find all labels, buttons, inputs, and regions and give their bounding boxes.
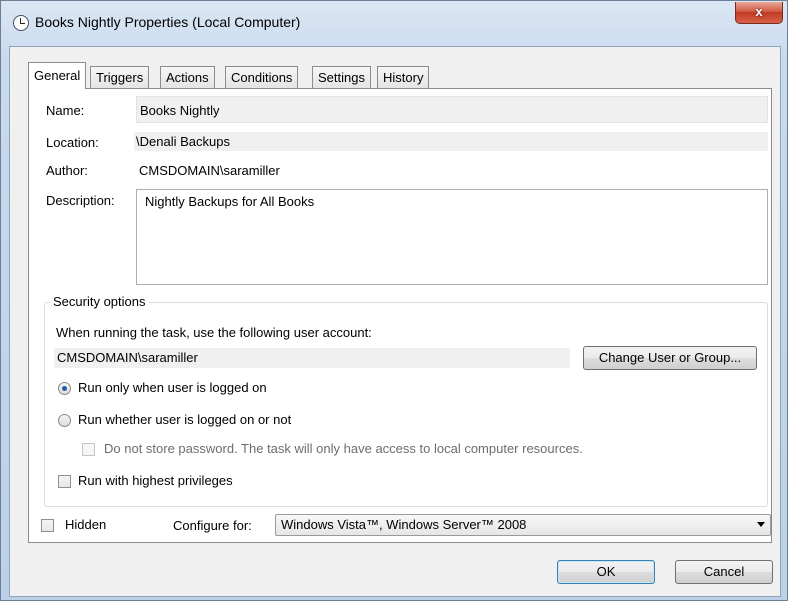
cancel-button[interactable]: Cancel — [675, 560, 773, 584]
hidden-label[interactable]: Hidden — [65, 517, 106, 532]
ok-button[interactable]: OK — [557, 560, 655, 584]
do-not-store-password-label[interactable]: Do not store password. The task will onl… — [104, 441, 583, 456]
security-options-group: Security options When running the task, … — [44, 294, 768, 507]
name-label: Name: — [46, 103, 85, 118]
description-textarea[interactable]: Nightly Backups for All Books — [136, 189, 768, 285]
run-whether-logged-on-label[interactable]: Run whether user is logged on or not — [78, 412, 291, 427]
configure-for-dropdown[interactable]: Windows Vista™, Windows Server™ 2008 — [275, 514, 771, 536]
tab-triggers[interactable]: Triggers — [90, 66, 150, 89]
dialog-client-area: General Triggers Actions Conditions Sett… — [9, 46, 781, 597]
tab-settings[interactable]: Settings — [312, 66, 371, 89]
run-whether-logged-on-radio[interactable] — [58, 414, 71, 427]
author-label: Author: — [46, 163, 88, 178]
location-label: Location: — [46, 135, 99, 150]
configure-for-label: Configure for: — [173, 518, 252, 533]
do-not-store-password-checkbox[interactable] — [82, 443, 95, 456]
name-field[interactable]: Books Nightly — [136, 96, 768, 123]
author-value: CMSDOMAIN\saramiller — [139, 163, 280, 178]
highest-privileges-label[interactable]: Run with highest privileges — [78, 473, 233, 488]
description-label: Description: — [46, 193, 115, 208]
title-bar[interactable]: Books Nightly Properties (Local Computer… — [1, 1, 787, 45]
tab-conditions[interactable]: Conditions — [225, 66, 299, 89]
clock-icon — [13, 15, 29, 31]
run-logged-on-radio[interactable] — [58, 382, 71, 395]
security-options-legend: Security options — [50, 294, 149, 309]
user-account-value: CMSDOMAIN\saramiller — [54, 348, 570, 368]
configure-for-value: Windows Vista™, Windows Server™ 2008 — [281, 517, 527, 532]
tab-history[interactable]: History — [377, 66, 430, 89]
tab-general[interactable]: General — [28, 62, 87, 89]
account-prompt: When running the task, use the following… — [56, 325, 372, 340]
hidden-checkbox[interactable] — [41, 519, 54, 532]
general-tab-panel: Name: Books Nightly Location: \Denali Ba… — [28, 88, 772, 543]
change-user-or-group-button[interactable]: Change User or Group... — [583, 346, 757, 370]
location-value: \Denali Backups — [134, 132, 768, 151]
properties-dialog: Books Nightly Properties (Local Computer… — [0, 0, 788, 601]
dropdown-arrow-icon — [757, 522, 765, 527]
highest-privileges-checkbox[interactable] — [58, 475, 71, 488]
tab-actions[interactable]: Actions — [160, 66, 215, 89]
close-button[interactable]: x — [735, 2, 783, 24]
window-title: Books Nightly Properties (Local Computer… — [35, 14, 301, 30]
run-logged-on-label[interactable]: Run only when user is logged on — [78, 380, 267, 395]
